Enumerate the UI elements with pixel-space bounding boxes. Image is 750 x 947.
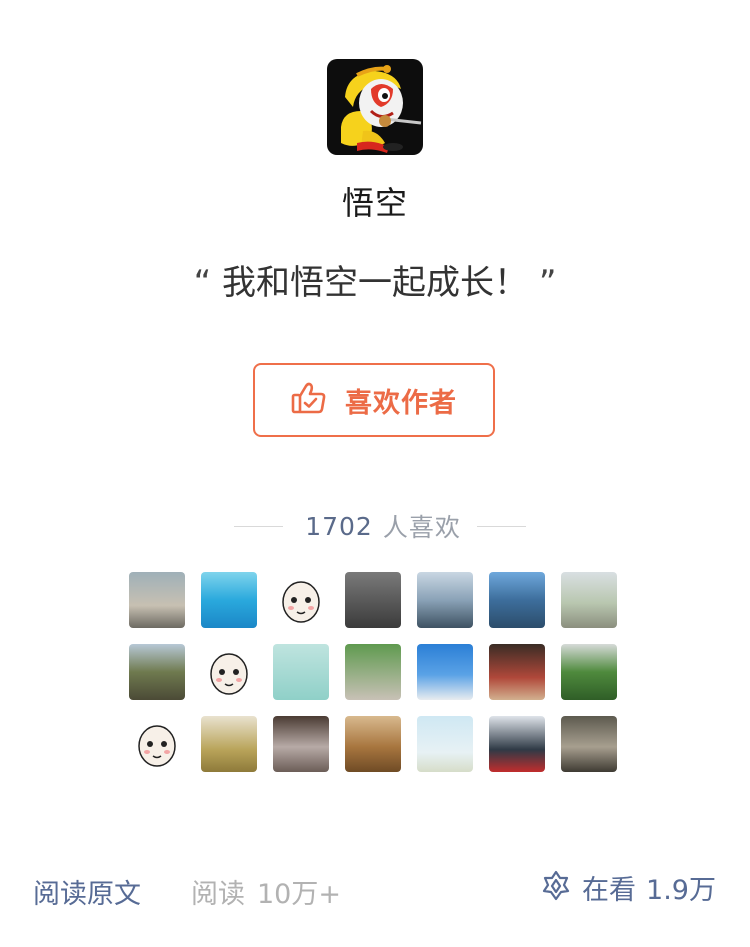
divider-right — [476, 525, 527, 527]
liker-avatar-12[interactable] — [417, 644, 473, 700]
likes-count-row: 1702 人喜欢 — [234, 509, 527, 543]
reads-label: 阅读 — [191, 879, 245, 910]
author-avatar[interactable] — [327, 59, 423, 155]
liker-avatar-17[interactable] — [273, 716, 329, 772]
liker-avatar-16[interactable] — [201, 716, 257, 772]
cartoon-face-icon — [282, 581, 320, 623]
liker-avatar-15[interactable] — [129, 716, 185, 772]
article-footer: 阅读原文 阅读 10万+ 在看 1.9万 — [0, 866, 750, 912]
viewing-count: 1.9万 — [646, 875, 716, 906]
liker-avatar-2[interactable] — [201, 572, 257, 628]
quote-close-mark: ” — [538, 263, 557, 303]
viewing-button[interactable]: 在看 1.9万 — [540, 868, 716, 907]
quote-open-mark: “ — [193, 263, 212, 303]
author-quote: “ 我和悟空一起成长！ ” — [0, 255, 750, 304]
wow-flower-icon — [540, 870, 572, 906]
like-author-label: 喜欢作者 — [345, 387, 457, 419]
divider-left — [234, 525, 284, 527]
liker-avatar-11[interactable] — [345, 644, 401, 700]
cartoon-face-icon — [210, 653, 248, 695]
liker-avatar-grid — [129, 572, 617, 772]
cartoon-face-icon — [138, 725, 176, 767]
reads-stat: 阅读 10万+ — [191, 872, 341, 911]
liker-avatar-18[interactable] — [345, 716, 401, 772]
reads-count: 10万+ — [257, 879, 341, 910]
liker-avatar-4[interactable] — [345, 572, 401, 628]
thumbs-up-icon — [291, 381, 327, 419]
liker-avatar-5[interactable] — [417, 572, 473, 628]
liker-avatar-10[interactable] — [273, 644, 329, 700]
liker-avatar-20[interactable] — [489, 716, 545, 772]
author-name: 悟空 — [341, 184, 408, 222]
monkey-king-avatar-image — [341, 65, 422, 153]
like-author-button[interactable]: 喜欢作者 — [253, 363, 495, 437]
liker-avatar-1[interactable] — [129, 572, 185, 628]
liker-avatar-6[interactable] — [489, 572, 545, 628]
liker-avatar-21[interactable] — [561, 716, 617, 772]
likes-label: 人喜欢 — [382, 513, 461, 542]
liker-avatar-13[interactable] — [489, 644, 545, 700]
viewing-label: 在看 — [582, 875, 637, 906]
liker-avatar-8[interactable] — [129, 644, 185, 700]
likes-count: 1702 — [305, 511, 373, 541]
quote-text: 我和悟空一起成长！ — [222, 263, 528, 303]
liker-avatar-7[interactable] — [561, 572, 617, 628]
liker-avatar-14[interactable] — [561, 644, 617, 700]
read-original-link[interactable]: 阅读原文 — [33, 872, 141, 911]
liker-avatar-19[interactable] — [417, 716, 473, 772]
liker-avatar-9[interactable] — [201, 644, 257, 700]
liker-avatar-3[interactable] — [273, 572, 329, 628]
